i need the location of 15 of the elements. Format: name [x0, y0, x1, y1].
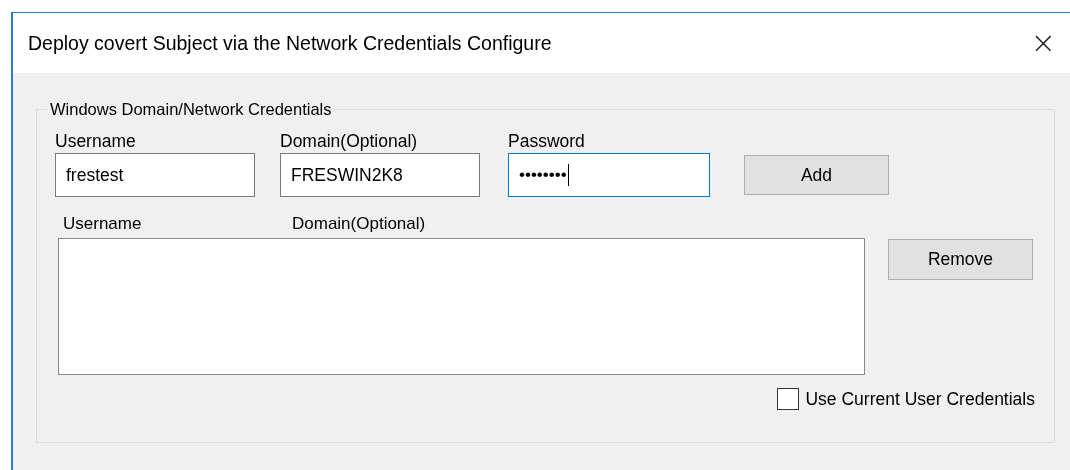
- checkbox-label: Use Current User Credentials: [805, 388, 1035, 410]
- field-label: Username: [55, 131, 137, 152]
- username-field[interactable]: frestest: [55, 153, 255, 197]
- group-label: Windows Domain/Network Credentials: [49, 100, 333, 119]
- field-label: Domain(Optional): [280, 131, 419, 152]
- column-header: Domain(Optional): [292, 214, 426, 234]
- close-button[interactable]: ×: [1024, 28, 1062, 58]
- checkbox[interactable]: [777, 388, 800, 410]
- window-title: Deploy covert Subject via the Network Credentials Configure: [27, 31, 552, 55]
- password-field[interactable]: ••••••••: [508, 153, 710, 197]
- add-button[interactable]: Add: [744, 155, 889, 195]
- field-label: Password: [508, 131, 586, 152]
- remove-button[interactable]: Remove: [888, 239, 1033, 280]
- domain-field[interactable]: FRESWIN2K8: [280, 153, 480, 197]
- column-header: Username: [63, 214, 143, 234]
